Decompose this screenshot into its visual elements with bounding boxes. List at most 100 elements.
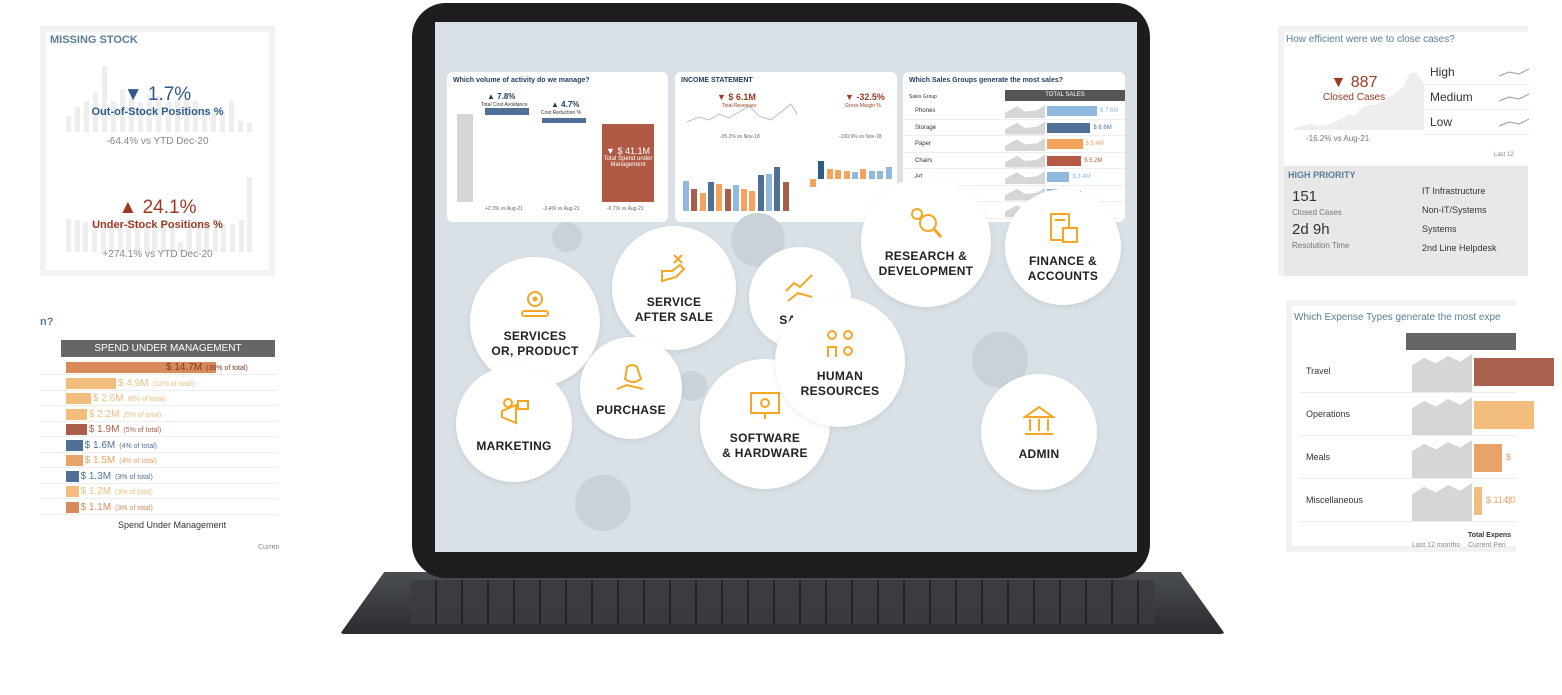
spend-share: (3% of total) (115, 489, 153, 496)
kpi-label: Under-Stock Positions % (92, 219, 223, 231)
spend-label: $ 1.3M (3% of total) (81, 471, 153, 482)
down-triangle-icon: ▼ (123, 84, 148, 105)
footer-current: Current Peri (1468, 542, 1506, 549)
revenue-bar (699, 192, 706, 211)
spend-label: $ 1.5M (4% of total) (85, 455, 157, 466)
sales-growth-icon (785, 273, 813, 302)
sparkline (1499, 68, 1529, 77)
sparkline-area (1005, 138, 1045, 151)
priority-label: High (1430, 65, 1455, 79)
margin-bar (868, 170, 875, 179)
expense-name: Travel (1306, 366, 1331, 376)
spend-label: $ 1.9M (5% of total) (89, 424, 161, 435)
department-services[interactable]: SERVICES OR, PRODUCT (470, 257, 600, 387)
margin-bar (860, 169, 867, 179)
group-list: IT Infrastructure Non-IT/Systems Systems 2n… (1422, 186, 1532, 262)
column-label: Sales Group (909, 94, 937, 100)
sales-value: $ 3.4M (1072, 174, 1091, 180)
department-human[interactable]: HUMAN RESOURCES (775, 297, 905, 427)
kpi-compare: -64.4% vs YTD Dec-20 (106, 136, 209, 147)
footer-total: Total Expens (1468, 532, 1512, 539)
sales-value: $ 5.4M (1085, 141, 1104, 147)
hand-tools-icon (661, 254, 686, 283)
out-of-stock-kpi: ▼ 1.7% Out-of-Stock Positions % -64.4% v… (46, 84, 269, 147)
kpi-compare: +274.1% vs YTD Dec-20 (102, 249, 213, 260)
kpi-label: Total Revenues (722, 103, 757, 109)
revenue-bar (741, 188, 748, 211)
sales-bar (1047, 139, 1083, 149)
department-label: ACCOUNTS (1027, 269, 1099, 283)
margin-bar (885, 167, 892, 179)
spend-value: $ 1.2M (80, 486, 112, 497)
sparkline-area (1412, 440, 1472, 478)
missing-stock-card: MISSING STOCK ▼ 1.7% Out-of-Stock Positi… (40, 26, 275, 276)
keyboard (340, 572, 1225, 634)
column-header (1406, 333, 1516, 350)
spend-label: $ 14.7M (36% of total) (166, 362, 248, 373)
time-label: Resolution Time (1292, 241, 1350, 250)
department-research[interactable]: RESEARCH & DEVELOPMENT (861, 177, 991, 307)
sales-group-name: Paper (915, 141, 932, 147)
expense-row: Travel (1300, 350, 1554, 393)
expense-row: Operations (1300, 393, 1534, 436)
sales-value: $ 5.2M (1084, 157, 1103, 164)
spend-row: $ 1.9M (5% of total) (40, 422, 278, 437)
monitor-gear-icon (750, 392, 780, 419)
spend-value: $ 4.9M (118, 377, 149, 389)
total-spend-bar: ▼ $ 41.1M Total Spend under Management (602, 124, 654, 202)
spend-bar (66, 377, 116, 389)
expense-row: Miscellaneous $ 114,0 (1300, 479, 1516, 522)
kpi-label: Total Cost Avoidance (481, 102, 528, 108)
spend-share: (3% of total) (115, 473, 153, 481)
compare: -6.7% vs Aug-21 (607, 206, 644, 212)
footer-note: Curren (258, 544, 280, 551)
kpi-value: 887 (1350, 74, 1378, 91)
revenue-bar (691, 188, 698, 211)
expense-row: Meals $ 3 (1300, 436, 1516, 505)
spend-row: $ 2.2M (5% of total) (40, 407, 278, 422)
sparkline-area (1005, 171, 1045, 184)
department-marketing[interactable]: MARKETING (456, 366, 572, 482)
margin-bar (835, 169, 842, 179)
closed-value: 151 (1292, 188, 1318, 205)
expense-bar (1474, 401, 1534, 429)
spend-share: (36% of total) (206, 365, 248, 372)
bar (457, 114, 473, 202)
sparkline (1499, 93, 1529, 102)
spend-value: $ 14.7M (166, 362, 203, 373)
department-label: RESEARCH & (884, 249, 968, 263)
spend-share: (4% of total) (119, 458, 157, 465)
expense-name: Miscellaneous (1306, 495, 1364, 505)
revenue-bar (774, 167, 781, 211)
footer-last: Last 12 months (1412, 542, 1460, 549)
down-triangle-icon: ▼ (1330, 74, 1351, 91)
margin-bar (818, 161, 825, 179)
gear-conveyor-icon (521, 291, 549, 317)
department-finance[interactable]: FINANCE & ACCOUNTS (1005, 189, 1121, 305)
department-label: PURCHASE (596, 402, 666, 417)
margin-bar (826, 169, 833, 179)
sparkline-area (1005, 154, 1045, 168)
spend-share: (3% of total) (115, 504, 153, 512)
card-title: How efficient were we to close cases? (1286, 34, 1455, 45)
spend-bar (66, 393, 91, 404)
sales-value: $ 7.6M (1100, 108, 1119, 114)
department-admin[interactable]: ADMIN (981, 374, 1097, 490)
expense-name: Operations (1306, 409, 1351, 419)
sales-bar (1047, 172, 1070, 182)
department-service[interactable]: SERVICE AFTER SALE (612, 226, 736, 350)
sparkline-area (1005, 121, 1045, 135)
bar (485, 108, 529, 115)
spend-label: $ 2.6M (6% of total) (93, 393, 165, 404)
spend-row: $ 4.9M (12% of total) (40, 376, 278, 391)
department-label: AFTER SALE (634, 310, 714, 324)
closed-cases-kpi: ▼ 887 Closed Cases (1304, 74, 1404, 103)
department-purchase[interactable]: PURCHASE (580, 337, 682, 439)
research-gears-icon (911, 208, 943, 238)
megaphone-icon (501, 397, 529, 425)
column-header: SPEND UNDER MANAGEMENT (61, 340, 275, 357)
calculator-document-icon (1050, 213, 1078, 243)
priority-list: High Medium Low (1424, 60, 1529, 135)
expense-card: Which Expense Types generate the most ex… (1286, 300, 1554, 552)
compare: +2.3% vs Aug-21 (485, 206, 523, 212)
